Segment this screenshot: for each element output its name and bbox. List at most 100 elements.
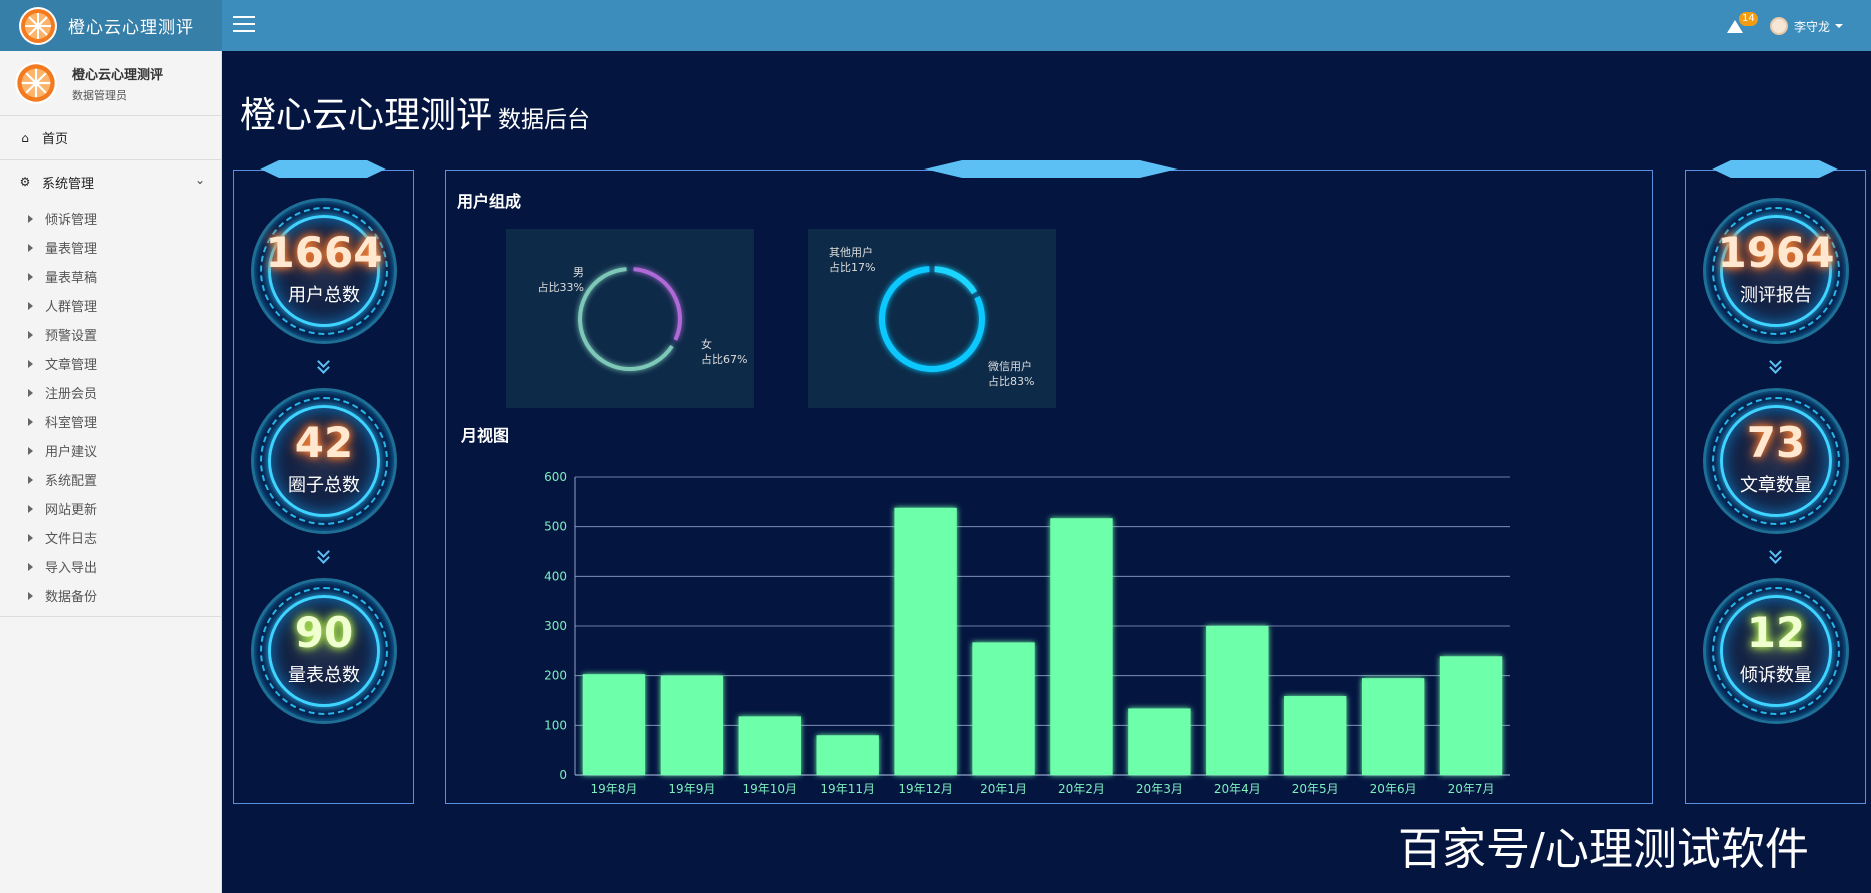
caret-right-icon bbox=[28, 562, 33, 571]
x-tick-label: 20年7月 bbox=[1448, 782, 1495, 796]
sidebar-subitem-label: 科室管理 bbox=[45, 416, 98, 431]
right-stats-panel: 1964 测评报告 73 文章数量 12 倾诉数量 bbox=[1685, 160, 1866, 804]
x-tick-label: 19年11月 bbox=[820, 782, 875, 796]
stat-label: 用户总数 bbox=[288, 285, 360, 306]
watermark-text: 百家号/心理测试软件 bbox=[1398, 824, 1809, 875]
brand-title: 橙心云心理测评 bbox=[68, 18, 194, 38]
y-tick-label: 0 bbox=[559, 768, 567, 782]
donut-label-name: 女 bbox=[701, 338, 712, 351]
stat-label: 文章数量 bbox=[1740, 475, 1812, 496]
stat-scale-total: 90 量表总数 bbox=[251, 578, 397, 724]
caret-right-icon bbox=[28, 359, 33, 368]
donut-label-name: 男 bbox=[573, 266, 584, 279]
caret-right-icon bbox=[28, 533, 33, 542]
sidebar-subitem[interactable]: 量表草稿 bbox=[0, 262, 221, 291]
chart-bars bbox=[582, 507, 1503, 775]
user-composition-title: 用户组成 bbox=[457, 192, 522, 211]
sidebar-subitem-label: 网站更新 bbox=[45, 503, 98, 518]
sidebar-subitem[interactable]: 导入导出 bbox=[0, 552, 221, 581]
orange-logo-icon bbox=[18, 6, 58, 46]
page-heading: 橙心云心理测评 数据后台 bbox=[240, 86, 590, 138]
sidebar-subitem[interactable]: 倾诉管理 bbox=[0, 204, 221, 233]
brand[interactable]: 橙心云心理测评 bbox=[0, 0, 222, 51]
stat-label: 倾诉数量 bbox=[1740, 665, 1812, 686]
donut-slice bbox=[934, 266, 978, 295]
sidebar-item-label: 系统管理 bbox=[42, 176, 95, 192]
chevron-down-icon: ⌄ bbox=[194, 173, 205, 187]
sidebar-item-home[interactable]: ⌂ 首页 bbox=[0, 116, 221, 160]
bar bbox=[1284, 696, 1347, 775]
sidebar: 橙心云心理测评 数据管理员 ⌂ 首页 ⚙ 系统管理 ⌄ 倾诉管理 量表管理 量表… bbox=[0, 51, 222, 893]
sidebar-subitem[interactable]: 注册会员 bbox=[0, 378, 221, 407]
sidebar-subitem-label: 用户建议 bbox=[45, 445, 98, 460]
caret-right-icon bbox=[28, 504, 33, 513]
monthly-chart-title: 月视图 bbox=[461, 426, 510, 445]
sidebar-toggle-button[interactable] bbox=[233, 16, 255, 34]
caret-right-icon bbox=[28, 214, 33, 223]
user-name: 李守龙 bbox=[1794, 19, 1831, 34]
x-tick-label: 20年4月 bbox=[1214, 782, 1261, 796]
x-tick-label: 20年6月 bbox=[1370, 782, 1417, 796]
panel-user-role: 数据管理员 bbox=[72, 88, 127, 102]
donut-label-share: 占比33% bbox=[537, 281, 584, 294]
sidebar-subitem-label: 量表管理 bbox=[45, 242, 98, 257]
x-tick-label: 19年10月 bbox=[743, 782, 798, 796]
x-tick-label: 20年1月 bbox=[980, 782, 1027, 796]
alert-button[interactable]: 14 bbox=[1724, 12, 1758, 38]
sidebar-subitem[interactable]: 系统配置 bbox=[0, 465, 221, 494]
sidebar-subitem[interactable]: 人群管理 bbox=[0, 291, 221, 320]
bar bbox=[1361, 678, 1425, 775]
hamburger-bar bbox=[233, 23, 255, 25]
donut-label-share: 占比83% bbox=[988, 375, 1035, 388]
x-tick-label: 20年3月 bbox=[1136, 782, 1183, 796]
stat-label: 量表总数 bbox=[288, 665, 360, 686]
stat-article-total: 73 文章数量 bbox=[1703, 388, 1849, 534]
stat-value: 1664 bbox=[265, 228, 383, 277]
left-stats-panel: 1664 用户总数 42 圈子总数 90 量表总数 bbox=[233, 160, 414, 804]
double-chevron-down-icon bbox=[317, 545, 331, 564]
y-tick-label: 300 bbox=[544, 619, 567, 633]
monthly-bar-chart: 0 100 200 300 400 500 600 19年8月 19年9月 19年10月 19年11… bbox=[544, 470, 1510, 796]
donut-label-name: 其他用户 bbox=[829, 246, 873, 259]
bar bbox=[1439, 656, 1503, 775]
bar bbox=[816, 735, 879, 775]
sidebar-subitem-label: 数据备份 bbox=[45, 590, 98, 605]
double-chevron-down-icon bbox=[317, 355, 331, 374]
sidebar-subitem[interactable]: 量表管理 bbox=[0, 233, 221, 262]
donut-label-wechat-users: 微信用户 占比83% bbox=[988, 359, 1034, 389]
x-tick-label: 19年9月 bbox=[668, 782, 715, 796]
y-tick-label: 600 bbox=[544, 470, 567, 484]
sidebar-subitem[interactable]: 用户建议 bbox=[0, 436, 221, 465]
sidebar-item-system-management[interactable]: ⚙ 系统管理 ⌄ bbox=[0, 160, 221, 204]
sidebar-subitem[interactable]: 数据备份 bbox=[0, 581, 221, 610]
sidebar-subitem[interactable]: 文章管理 bbox=[0, 349, 221, 378]
stat-value: 1964 bbox=[1717, 228, 1835, 277]
caret-right-icon bbox=[28, 388, 33, 397]
bar bbox=[1206, 626, 1269, 775]
sidebar-subitem-label: 预警设置 bbox=[45, 329, 98, 344]
home-icon: ⌂ bbox=[21, 130, 29, 145]
sidebar-subitem[interactable]: 预警设置 bbox=[0, 320, 221, 349]
alert-count-badge: 14 bbox=[1739, 12, 1758, 26]
user-panel: 橙心云心理测评 数据管理员 bbox=[0, 51, 221, 116]
stat-value: 90 bbox=[294, 608, 354, 657]
sidebar-subitem[interactable]: 科室管理 bbox=[0, 407, 221, 436]
donut-slice bbox=[633, 267, 682, 341]
sidebar-submenu: 倾诉管理 量表管理 量表草稿 人群管理 预警设置 文章管理 注册会员 科室管理 … bbox=[0, 204, 221, 616]
bar bbox=[582, 674, 646, 775]
bar bbox=[1050, 518, 1113, 775]
sidebar-subitem-label: 量表草稿 bbox=[45, 271, 98, 286]
user-menu-dropdown[interactable]: 李守龙 bbox=[1770, 15, 1844, 37]
caret-right-icon bbox=[28, 591, 33, 600]
double-chevron-down-icon bbox=[1769, 545, 1783, 564]
channel-donut-chart: 其他用户 占比17% 微信用户 占比83% bbox=[808, 229, 1056, 408]
caret-right-icon bbox=[28, 272, 33, 281]
caret-right-icon bbox=[28, 243, 33, 252]
sidebar-subitem-label: 导入导出 bbox=[45, 561, 98, 576]
stat-value: 12 bbox=[1746, 608, 1806, 657]
sidebar-subitem[interactable]: 网站更新 bbox=[0, 494, 221, 523]
donut-slice bbox=[578, 267, 674, 371]
sidebar-subitem[interactable]: 文件日志 bbox=[0, 523, 221, 552]
stat-confide-total: 12 倾诉数量 bbox=[1703, 578, 1849, 724]
sidebar-subitem-label: 文章管理 bbox=[45, 358, 98, 373]
